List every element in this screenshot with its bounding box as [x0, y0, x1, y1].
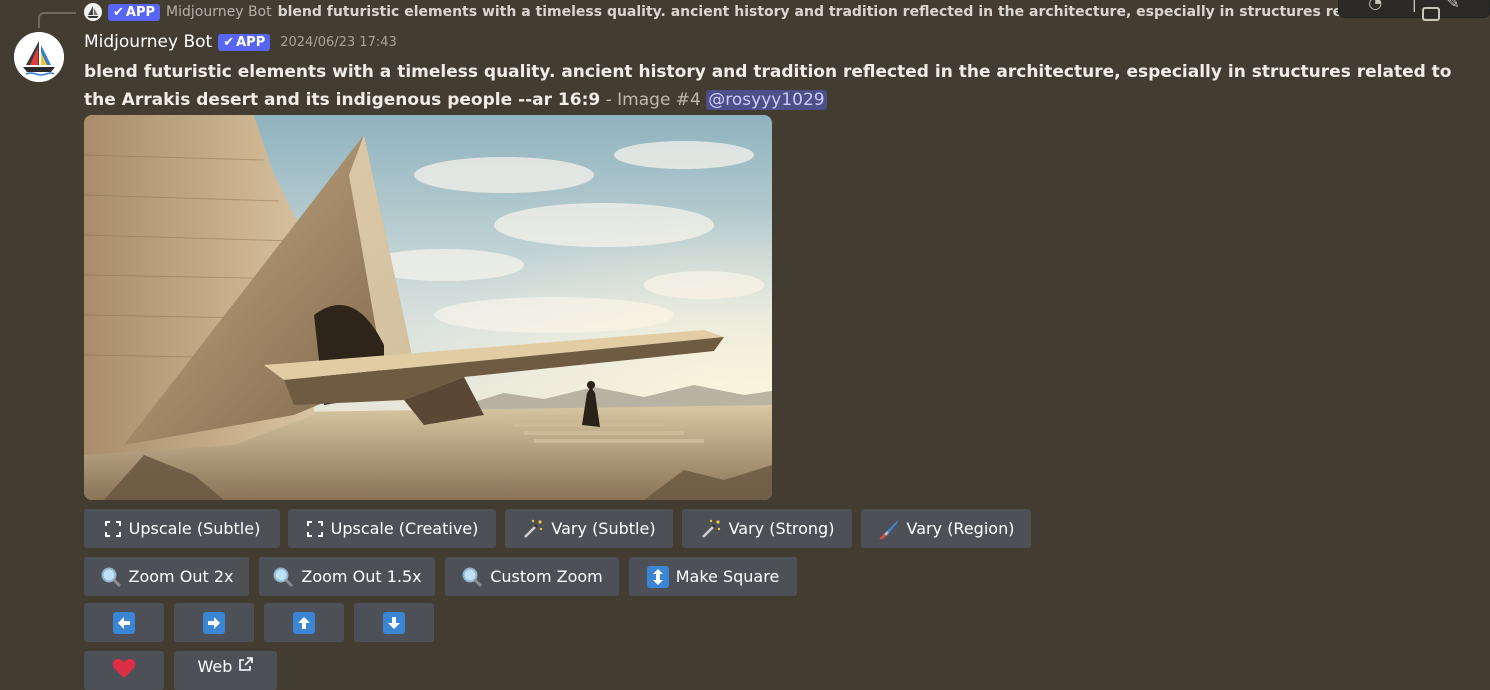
reaction-icon[interactable]: ◔ [1368, 0, 1382, 12]
zoom-out-1-5x-button[interactable]: Zoom Out 1.5x [259, 557, 435, 596]
reply-app-badge-label: APP [125, 4, 156, 20]
thread-icon[interactable] [1421, 4, 1441, 22]
pan-left-button[interactable] [84, 603, 164, 642]
edit-icon[interactable]: ✎ [1446, 0, 1459, 12]
reply-app-badge: ✔ APP [108, 3, 161, 21]
pan-up-button[interactable] [264, 603, 344, 642]
magnifier-icon [272, 566, 294, 588]
vary-subtle-button[interactable]: Vary (Subtle) [505, 509, 673, 548]
magic-wand-icon [700, 518, 722, 540]
pan-right-button[interactable] [174, 603, 254, 642]
message-timestamp[interactable]: 2024/06/23 17:43 [280, 35, 397, 50]
vary-strong-button[interactable]: Vary (Strong) [682, 509, 852, 548]
reply-text[interactable]: blend futuristic elements with a timeles… [278, 4, 1430, 20]
external-link-icon [239, 657, 254, 671]
generated-image[interactable] [84, 115, 772, 500]
checkmark-icon: ✔ [223, 34, 235, 50]
reply-preview[interactable]: ✔ APP Midjourney Bot blend futuristic el… [84, 1, 1430, 23]
upscale-creative-label: Upscale (Creative) [330, 519, 479, 538]
zoom-out-1-5x-label: Zoom Out 1.5x [301, 567, 422, 586]
up-down-arrow-icon [646, 565, 669, 588]
magic-wand-icon [522, 518, 544, 540]
message-content: blend futuristic elements with a timeles… [84, 58, 1464, 114]
vary-region-button[interactable]: Vary (Region) [861, 509, 1031, 548]
bot-avatar[interactable] [14, 32, 64, 82]
zoom-out-2x-label: Zoom Out 2x [128, 567, 234, 586]
magnifier-icon [461, 566, 483, 588]
paintbrush-icon [878, 518, 900, 540]
app-badge: ✔ APP [218, 33, 271, 51]
vary-region-label: Vary (Region) [906, 519, 1015, 538]
user-mention[interactable]: @rosyyy1029 [706, 90, 827, 110]
midjourney-sailboat-icon [14, 32, 64, 82]
web-link-button[interactable]: Web [174, 651, 277, 690]
image-number: - Image #4 [600, 90, 707, 110]
arrow-down-icon [383, 611, 405, 634]
reply-avatar[interactable] [84, 3, 102, 21]
make-square-button[interactable]: Make Square [629, 557, 797, 596]
zoom-out-2x-button[interactable]: Zoom Out 2x [84, 557, 249, 596]
pan-down-button[interactable] [354, 603, 434, 642]
upscale-creative-button[interactable]: Upscale (Creative) [288, 509, 496, 548]
heart-icon [112, 657, 136, 679]
expand-icon [104, 520, 122, 538]
arrow-left-icon [113, 611, 135, 634]
upscale-subtle-button[interactable]: Upscale (Subtle) [84, 509, 280, 548]
app-badge-label: APP [236, 34, 266, 50]
author-name[interactable]: Midjourney Bot [84, 32, 212, 52]
arrow-right-icon [203, 611, 225, 634]
magnifier-icon [100, 566, 122, 588]
vary-strong-label: Vary (Strong) [728, 519, 835, 538]
expand-icon [306, 520, 324, 538]
message-hover-toolbar: ◔ | ✎ [1338, 0, 1490, 18]
favorite-button[interactable] [84, 651, 164, 690]
custom-zoom-label: Custom Zoom [490, 567, 603, 586]
vary-subtle-label: Vary (Subtle) [551, 519, 656, 538]
arrow-up-icon [293, 611, 315, 634]
custom-zoom-button[interactable]: Custom Zoom [445, 557, 619, 596]
upscale-subtle-label: Upscale (Subtle) [128, 519, 261, 538]
reply-author[interactable]: Midjourney Bot [166, 4, 272, 20]
reply-spine [38, 12, 76, 28]
make-square-label: Make Square [675, 567, 780, 586]
message-header: Midjourney Bot ✔ APP 2024/06/23 17:43 [84, 32, 397, 52]
toolbar-divider: | [1411, 0, 1417, 12]
sailboat-icon [87, 6, 99, 18]
checkmark-icon: ✔ [113, 4, 124, 20]
